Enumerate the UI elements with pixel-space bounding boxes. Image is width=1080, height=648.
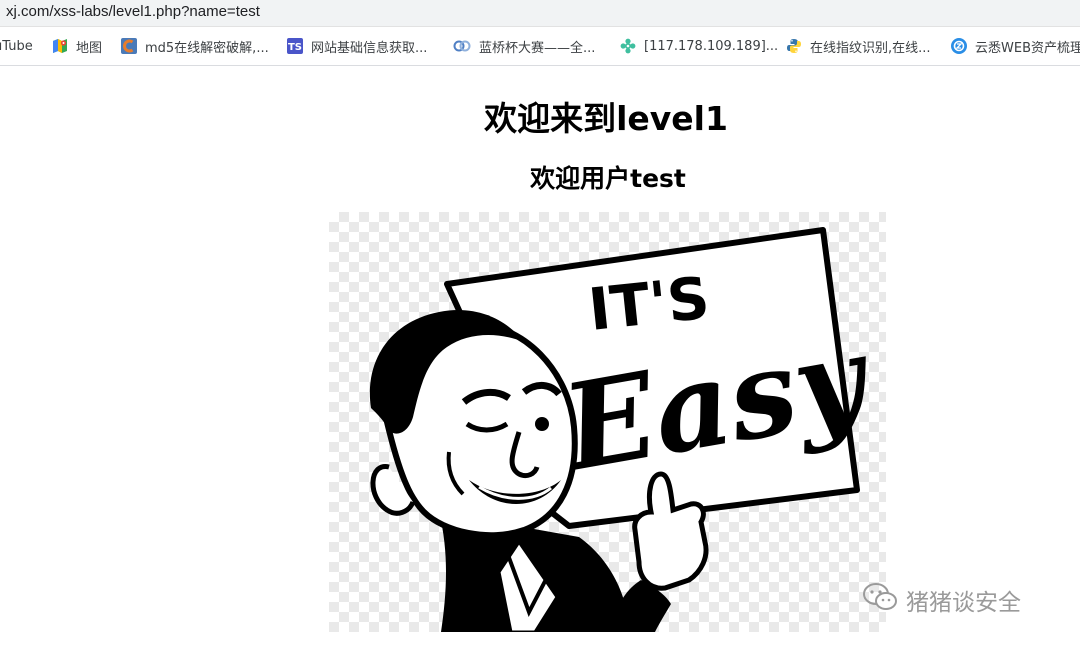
bookmark-label: 蓝桥杯大赛——全... <box>479 40 596 56</box>
bookmark-label: 地图 <box>76 40 103 56</box>
wechat-icon <box>862 582 898 618</box>
bookmarks-bar: uTube 地图 md5在线解密破解,... TS <box>0 27 1080 66</box>
bookmark-label: 云悉WEB资产梳理 <box>975 40 1080 56</box>
bookmark-label: uTube <box>0 38 33 54</box>
ts-icon: TS <box>287 38 303 54</box>
yunxi-icon <box>951 38 967 54</box>
bookmark-label: 网站基础信息获取... <box>311 40 428 56</box>
python-icon <box>786 38 802 54</box>
its-easy-image: IT'S Easy <box>329 212 886 634</box>
bookmark-label: md5在线解密破解,... <box>145 40 269 56</box>
maps-icon <box>52 38 68 54</box>
gear-icon <box>620 38 636 54</box>
bookmark-youtube[interactable]: uTube <box>0 27 33 65</box>
bookmark-fingerprint[interactable]: 在线指纹识别,在线... <box>786 27 931 65</box>
cmd5-icon <box>121 38 137 54</box>
page-title: 欢迎来到level1 <box>484 99 728 138</box>
lanqiao-icon <box>453 38 471 54</box>
bookmark-maps[interactable]: 地图 <box>52 27 102 65</box>
bookmark-label: [117.178.109.189]... <box>644 38 779 54</box>
page-content: 欢迎来到level1 欢迎用户test IT'S Easy 猪猪谈安全 <box>0 66 1080 648</box>
bookmark-lanqiao[interactable]: 蓝桥杯大赛——全... <box>453 27 595 65</box>
sign-text-its: IT'S <box>585 264 712 344</box>
bookmark-ip[interactable]: [117.178.109.189]... <box>620 27 778 65</box>
bookmark-cmd5[interactable]: md5在线解密破解,... <box>121 27 269 65</box>
welcome-user-heading: 欢迎用户test <box>530 164 686 193</box>
bookmark-label: 在线指纹识别,在线... <box>810 40 931 56</box>
bookmark-yunxi[interactable]: 云悉WEB资产梳理 <box>951 27 1080 65</box>
address-bar[interactable]: xj.com/xss-labs/level1.php?name=test <box>0 0 1080 27</box>
watermark-text: 猪猪谈安全 <box>906 590 1021 616</box>
wechat-watermark: 猪猪谈安全 <box>862 582 1021 618</box>
svg-text:TS: TS <box>288 42 302 53</box>
its-easy-illustration: IT'S Easy <box>369 227 882 634</box>
bookmark-ts[interactable]: TS 网站基础信息获取... <box>287 27 427 65</box>
url-text[interactable]: xj.com/xss-labs/level1.php?name=test <box>6 3 260 20</box>
